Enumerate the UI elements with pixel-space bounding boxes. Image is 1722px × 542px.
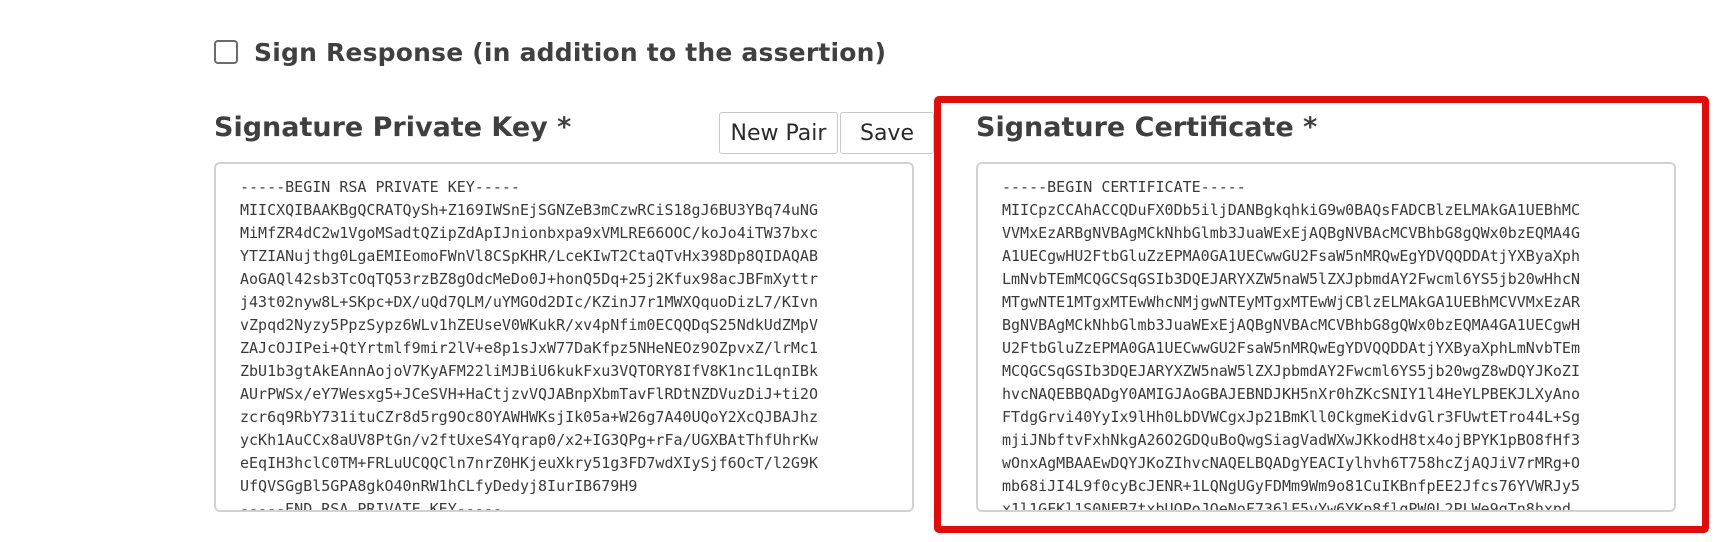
certificate-title: Signature Certificate * [976,112,1318,143]
certificate-textarea[interactable]: -----BEGIN CERTIFICATE----- MIICpzCCAhAC… [976,162,1676,512]
certificate-text: -----BEGIN CERTIFICATE----- MIICpzCCAhAC… [1002,178,1580,512]
sign-response-row[interactable]: Sign Response (in addition to the assert… [214,36,886,68]
save-button[interactable]: Save [840,112,934,154]
private-key-textarea[interactable]: -----BEGIN RSA PRIVATE KEY----- MIICXQIB… [214,162,914,512]
private-key-text: -----BEGIN RSA PRIVATE KEY----- MIICXQIB… [240,178,818,512]
new-pair-button[interactable]: New Pair [719,112,838,154]
sign-response-label: Sign Response (in addition to the assert… [254,37,887,67]
private-key-title: Signature Private Key * [214,112,572,143]
sign-response-checkbox[interactable] [214,40,238,64]
